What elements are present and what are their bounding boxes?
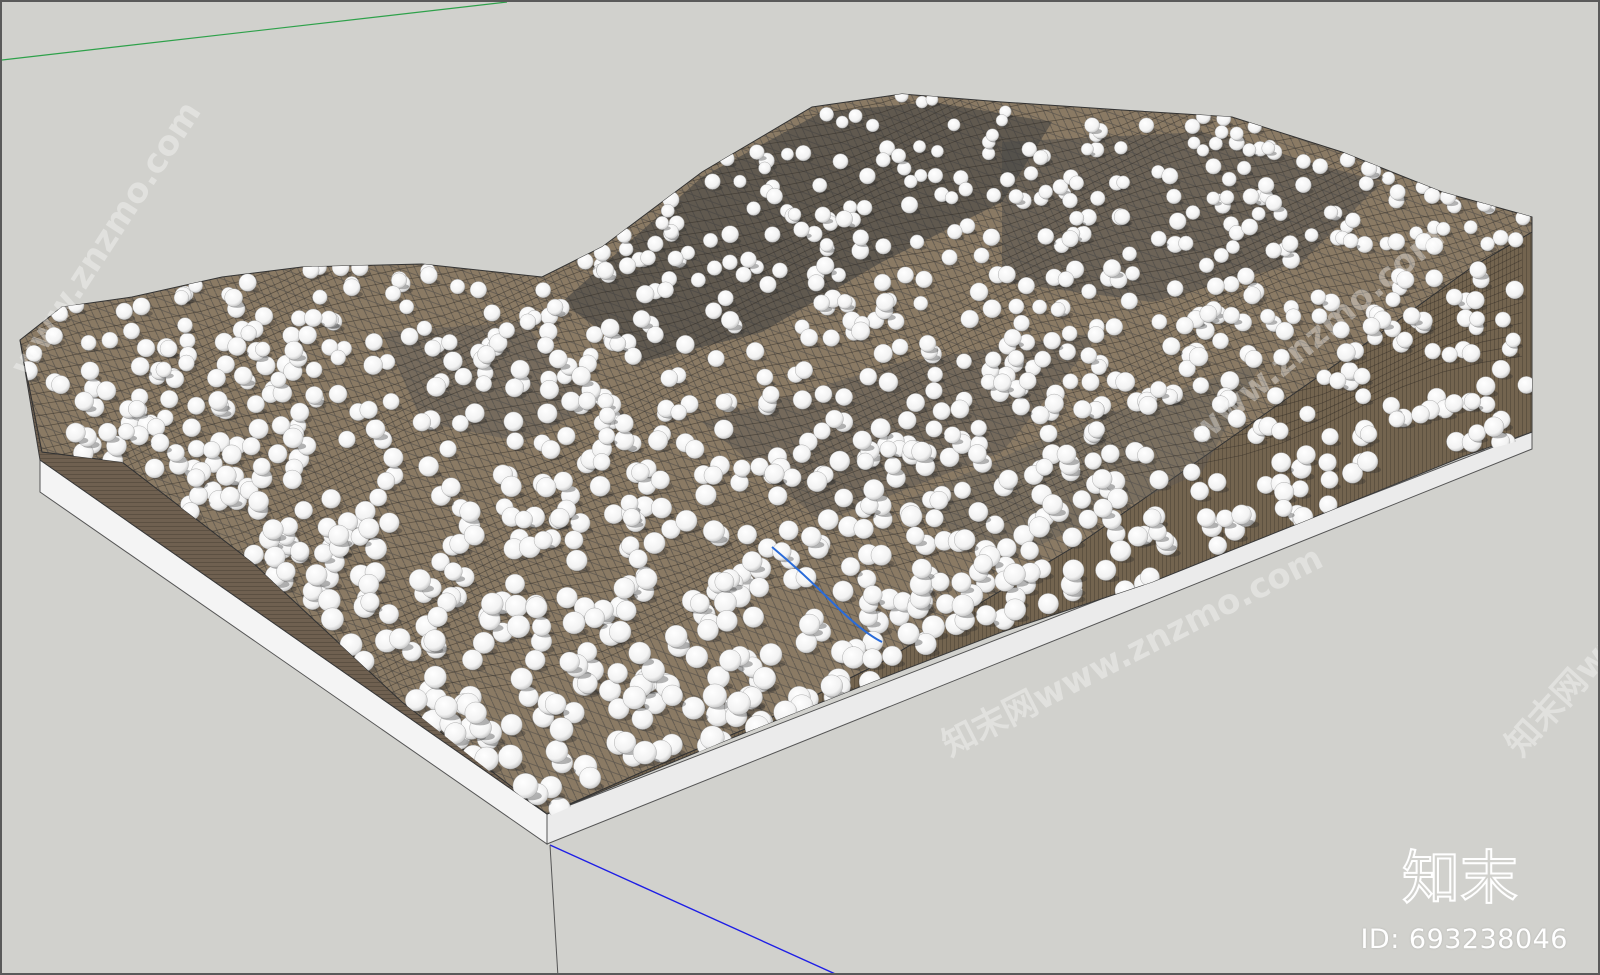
sketchup-viewport[interactable]: www.znzmo.com 知末网www.znzmo.com www.znzmo… — [0, 0, 1600, 975]
blue-axis-line — [549, 844, 835, 973]
brand-logo: 知末 — [1402, 843, 1519, 910]
terrain-model-scene[interactable] — [2, 2, 1600, 975]
brand-logo-text: 知末 — [1402, 844, 1518, 910]
vertical-axis-line — [549, 844, 559, 973]
image-id-label: ID: 693238046 — [1360, 924, 1568, 955]
green-axis-line — [2, 2, 508, 61]
